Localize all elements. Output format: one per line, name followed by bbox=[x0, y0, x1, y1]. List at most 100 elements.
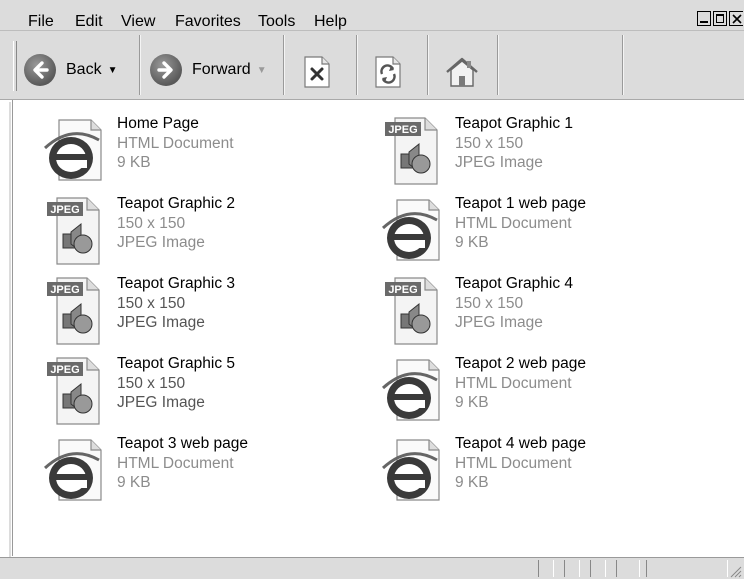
back-label: Back bbox=[66, 61, 102, 78]
menu-bar: File Edit View Favorites Tools Help bbox=[0, 0, 744, 31]
file-detail: HTML Document bbox=[117, 454, 234, 472]
file-detail: 150 x 150 bbox=[455, 134, 524, 152]
forward-button[interactable]: Forward ▼ bbox=[150, 53, 267, 87]
status-bar bbox=[0, 557, 744, 579]
file-detail: 9 KB bbox=[455, 234, 489, 251]
file-item[interactable]: JPEG Teapot Graphic 2 150 x 150 JPEG Image bbox=[43, 194, 363, 266]
home-button[interactable] bbox=[443, 55, 481, 89]
svg-text:JPEG: JPEG bbox=[50, 204, 79, 216]
file-item[interactable]: JPEG Teapot Graphic 5 150 x 150 JPEG Image bbox=[43, 354, 363, 426]
file-text: Teapot 4 web page HTML Document 9 KB bbox=[455, 434, 586, 493]
html-document-icon bbox=[381, 434, 445, 506]
file-item[interactable]: JPEG Teapot Graphic 1 150 x 150 JPEG Image bbox=[381, 114, 701, 186]
svg-text:JPEG: JPEG bbox=[388, 284, 417, 296]
status-pane bbox=[564, 560, 580, 577]
file-detail: JPEG Image bbox=[455, 314, 543, 331]
menu-view[interactable]: View bbox=[121, 12, 155, 32]
file-text: Teapot Graphic 2 150 x 150 JPEG Image bbox=[117, 194, 235, 253]
file-name[interactable]: Teapot Graphic 5 bbox=[117, 354, 235, 374]
file-text: Teapot Graphic 3 150 x 150 JPEG Image bbox=[117, 274, 235, 333]
file-list: Home Page HTML Document 9 KB JPEG Teapot G… bbox=[12, 100, 744, 556]
file-detail: JPEG Image bbox=[455, 154, 543, 171]
file-detail: HTML Document bbox=[117, 134, 234, 152]
file-item[interactable]: JPEG Teapot Graphic 4 150 x 150 JPEG Image bbox=[381, 274, 701, 346]
maximize-icon bbox=[716, 14, 724, 23]
toolbar-separator bbox=[427, 35, 429, 95]
toolbar-grip[interactable] bbox=[13, 41, 17, 91]
toolbar-separator bbox=[139, 35, 141, 95]
jpeg-image-icon: JPEG bbox=[43, 354, 107, 426]
refresh-button[interactable] bbox=[373, 55, 403, 89]
file-item[interactable]: Home Page HTML Document 9 KB bbox=[43, 114, 363, 186]
minimize-icon bbox=[700, 21, 708, 23]
menu-tools[interactable]: Tools bbox=[258, 12, 295, 32]
menu-help[interactable]: Help bbox=[314, 12, 347, 32]
svg-text:JPEG: JPEG bbox=[50, 284, 79, 296]
toolbar-separator bbox=[356, 35, 358, 95]
file-detail: 9 KB bbox=[117, 474, 151, 491]
status-pane bbox=[590, 560, 606, 577]
file-text: Teapot 3 web page HTML Document 9 KB bbox=[117, 434, 248, 493]
html-document-icon bbox=[381, 194, 445, 266]
minimize-button[interactable] bbox=[697, 11, 711, 26]
back-dropdown-icon[interactable]: ▼ bbox=[108, 65, 118, 76]
menu-edit[interactable]: Edit bbox=[75, 12, 103, 32]
forward-dropdown-icon[interactable]: ▼ bbox=[257, 65, 267, 76]
toolbar-separator bbox=[283, 35, 285, 95]
menu-file[interactable]: File bbox=[28, 12, 54, 32]
forward-label: Forward bbox=[192, 61, 251, 78]
file-detail: 150 x 150 bbox=[455, 294, 524, 312]
stop-icon bbox=[304, 56, 330, 88]
back-button[interactable]: Back ▼ bbox=[24, 53, 117, 87]
file-name[interactable]: Teapot 1 web page bbox=[455, 194, 586, 214]
back-arrow-icon bbox=[24, 54, 56, 86]
file-detail: 9 KB bbox=[455, 394, 489, 411]
file-detail: 150 x 150 bbox=[117, 214, 186, 232]
file-text: Teapot 2 web page HTML Document 9 KB bbox=[455, 354, 586, 413]
file-name[interactable]: Teapot Graphic 4 bbox=[455, 274, 573, 294]
status-pane bbox=[616, 560, 640, 577]
refresh-icon bbox=[375, 56, 401, 88]
file-detail: HTML Document bbox=[455, 214, 572, 232]
file-item[interactable]: Teapot 2 web page HTML Document 9 KB bbox=[381, 354, 701, 426]
stop-button[interactable] bbox=[302, 55, 332, 89]
left-frame-edge bbox=[9, 102, 11, 557]
jpeg-image-icon: JPEG bbox=[381, 274, 445, 346]
jpeg-image-icon: JPEG bbox=[43, 274, 107, 346]
forward-arrow-icon bbox=[150, 54, 182, 86]
file-name[interactable]: Teapot Graphic 2 bbox=[117, 194, 235, 214]
resize-grip-icon[interactable] bbox=[728, 564, 742, 578]
file-item[interactable]: Teapot 3 web page HTML Document 9 KB bbox=[43, 434, 363, 506]
file-detail: JPEG Image bbox=[117, 234, 205, 251]
file-detail: JPEG Image bbox=[117, 394, 205, 411]
file-detail: JPEG Image bbox=[117, 314, 205, 331]
html-document-icon bbox=[43, 434, 107, 506]
file-name[interactable]: Teapot 4 web page bbox=[455, 434, 586, 454]
file-detail: 9 KB bbox=[455, 474, 489, 491]
html-document-icon bbox=[381, 354, 445, 426]
file-item[interactable]: Teapot 4 web page HTML Document 9 KB bbox=[381, 434, 701, 506]
status-pane bbox=[646, 560, 728, 577]
file-text: Teapot Graphic 4 150 x 150 JPEG Image bbox=[455, 274, 573, 333]
toolbar: Back ▼ Forward ▼ bbox=[0, 31, 744, 100]
menu-favorites[interactable]: Favorites bbox=[175, 12, 241, 32]
file-detail: 9 KB bbox=[117, 154, 151, 171]
close-button[interactable] bbox=[729, 11, 743, 26]
file-detail: 150 x 150 bbox=[117, 374, 186, 392]
file-name[interactable]: Teapot Graphic 1 bbox=[455, 114, 573, 134]
file-item[interactable]: Teapot 1 web page HTML Document 9 KB bbox=[381, 194, 701, 266]
file-name[interactable]: Teapot 3 web page bbox=[117, 434, 248, 454]
file-text: Teapot Graphic 1 150 x 150 JPEG Image bbox=[455, 114, 573, 173]
file-name[interactable]: Teapot 2 web page bbox=[455, 354, 586, 374]
file-name[interactable]: Home Page bbox=[117, 114, 234, 134]
file-name[interactable]: Teapot Graphic 3 bbox=[117, 274, 235, 294]
file-detail: HTML Document bbox=[455, 454, 572, 472]
maximize-button[interactable] bbox=[713, 11, 727, 26]
home-icon bbox=[446, 57, 478, 87]
file-text: Home Page HTML Document 9 KB bbox=[117, 114, 234, 173]
file-item[interactable]: JPEG Teapot Graphic 3 150 x 150 JPEG Image bbox=[43, 274, 363, 346]
file-text: Teapot 1 web page HTML Document 9 KB bbox=[455, 194, 586, 253]
file-text: Teapot Graphic 5 150 x 150 JPEG Image bbox=[117, 354, 235, 413]
jpeg-image-icon: JPEG bbox=[381, 114, 445, 186]
close-icon bbox=[732, 14, 742, 24]
